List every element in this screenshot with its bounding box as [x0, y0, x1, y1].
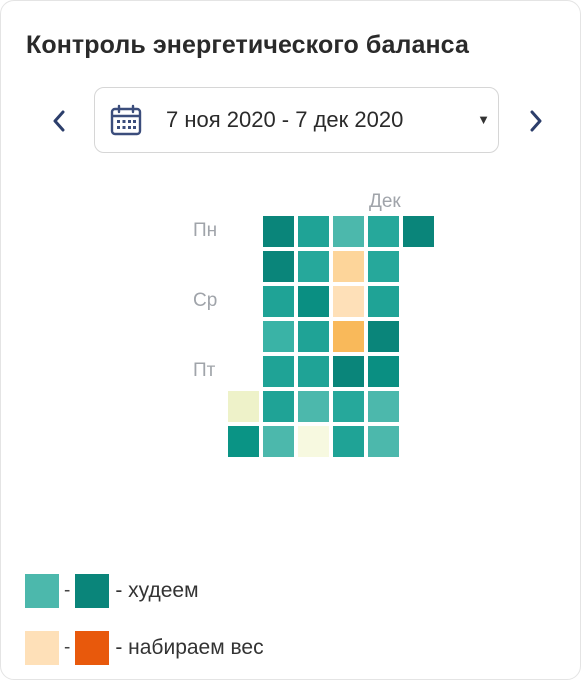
legend-label: - худеем	[115, 579, 199, 602]
legend-separator: -	[64, 580, 71, 601]
heatmap-cell[interactable]	[298, 356, 329, 387]
legend-swatch-light	[25, 631, 59, 665]
heatmap-cell[interactable]	[333, 321, 364, 352]
day-label-mon: Пн	[193, 220, 218, 241]
heatmap-cell[interactable]	[368, 391, 399, 422]
heatmap-cell[interactable]	[263, 321, 294, 352]
legend-item-gaining: - - набираем вес	[25, 631, 264, 665]
caret-down-icon: ▼	[477, 112, 490, 127]
heatmap-cell[interactable]	[263, 356, 294, 387]
heatmap-cell[interactable]	[333, 391, 364, 422]
date-range-picker[interactable]: 7 ноя 2020 - 7 дек 2020 ▼	[94, 87, 499, 153]
card-title: Контроль энергетического баланса	[26, 31, 469, 59]
legend-swatch-dark	[75, 631, 110, 665]
heatmap-cell[interactable]	[228, 426, 259, 457]
calendar-icon	[110, 104, 142, 141]
heatmap-cell[interactable]	[368, 216, 399, 247]
heatmap-cell[interactable]	[298, 391, 329, 422]
heatmap-cell[interactable]	[368, 321, 399, 352]
heatmap-cell[interactable]	[333, 286, 364, 317]
heatmap-cell[interactable]	[263, 426, 294, 457]
heatmap-cell[interactable]	[263, 391, 294, 422]
legend-swatch-dark	[75, 574, 110, 608]
date-range-label: 7 ноя 2020 - 7 дек 2020	[166, 107, 404, 132]
energy-balance-card: Контроль энергетического баланса 7 ноя 2…	[0, 0, 581, 680]
heatmap-cell[interactable]	[298, 216, 329, 247]
heatmap-cell[interactable]	[298, 286, 329, 317]
day-label-wed: Ср	[193, 290, 218, 311]
heatmap-cell[interactable]	[368, 356, 399, 387]
legend-swatch-light	[25, 574, 59, 608]
heatmap-cell[interactable]	[333, 426, 364, 457]
day-label-fri: Пт	[193, 360, 216, 381]
heatmap-cell[interactable]	[298, 426, 329, 457]
month-label: Дек	[369, 191, 401, 212]
heatmap-cell[interactable]	[368, 286, 399, 317]
legend-label: - набираем вес	[115, 636, 264, 659]
heatmap-cell[interactable]	[403, 216, 434, 247]
heatmap-cell[interactable]	[228, 391, 259, 422]
heatmap-cell[interactable]	[263, 286, 294, 317]
heatmap-cell[interactable]	[298, 251, 329, 282]
heatmap-cell[interactable]	[263, 251, 294, 282]
heatmap-cell[interactable]	[333, 356, 364, 387]
legend-item-losing: - - худеем	[25, 574, 199, 608]
heatmap-cell[interactable]	[368, 426, 399, 457]
heatmap-cell[interactable]	[333, 251, 364, 282]
legend-separator: -	[64, 637, 71, 658]
heatmap-cell[interactable]	[368, 251, 399, 282]
heatmap-cell[interactable]	[333, 216, 364, 247]
chevron-left-icon[interactable]	[46, 107, 72, 135]
heatmap-cell[interactable]	[298, 321, 329, 352]
heatmap-cell[interactable]	[263, 216, 294, 247]
chevron-right-icon[interactable]	[523, 107, 549, 135]
